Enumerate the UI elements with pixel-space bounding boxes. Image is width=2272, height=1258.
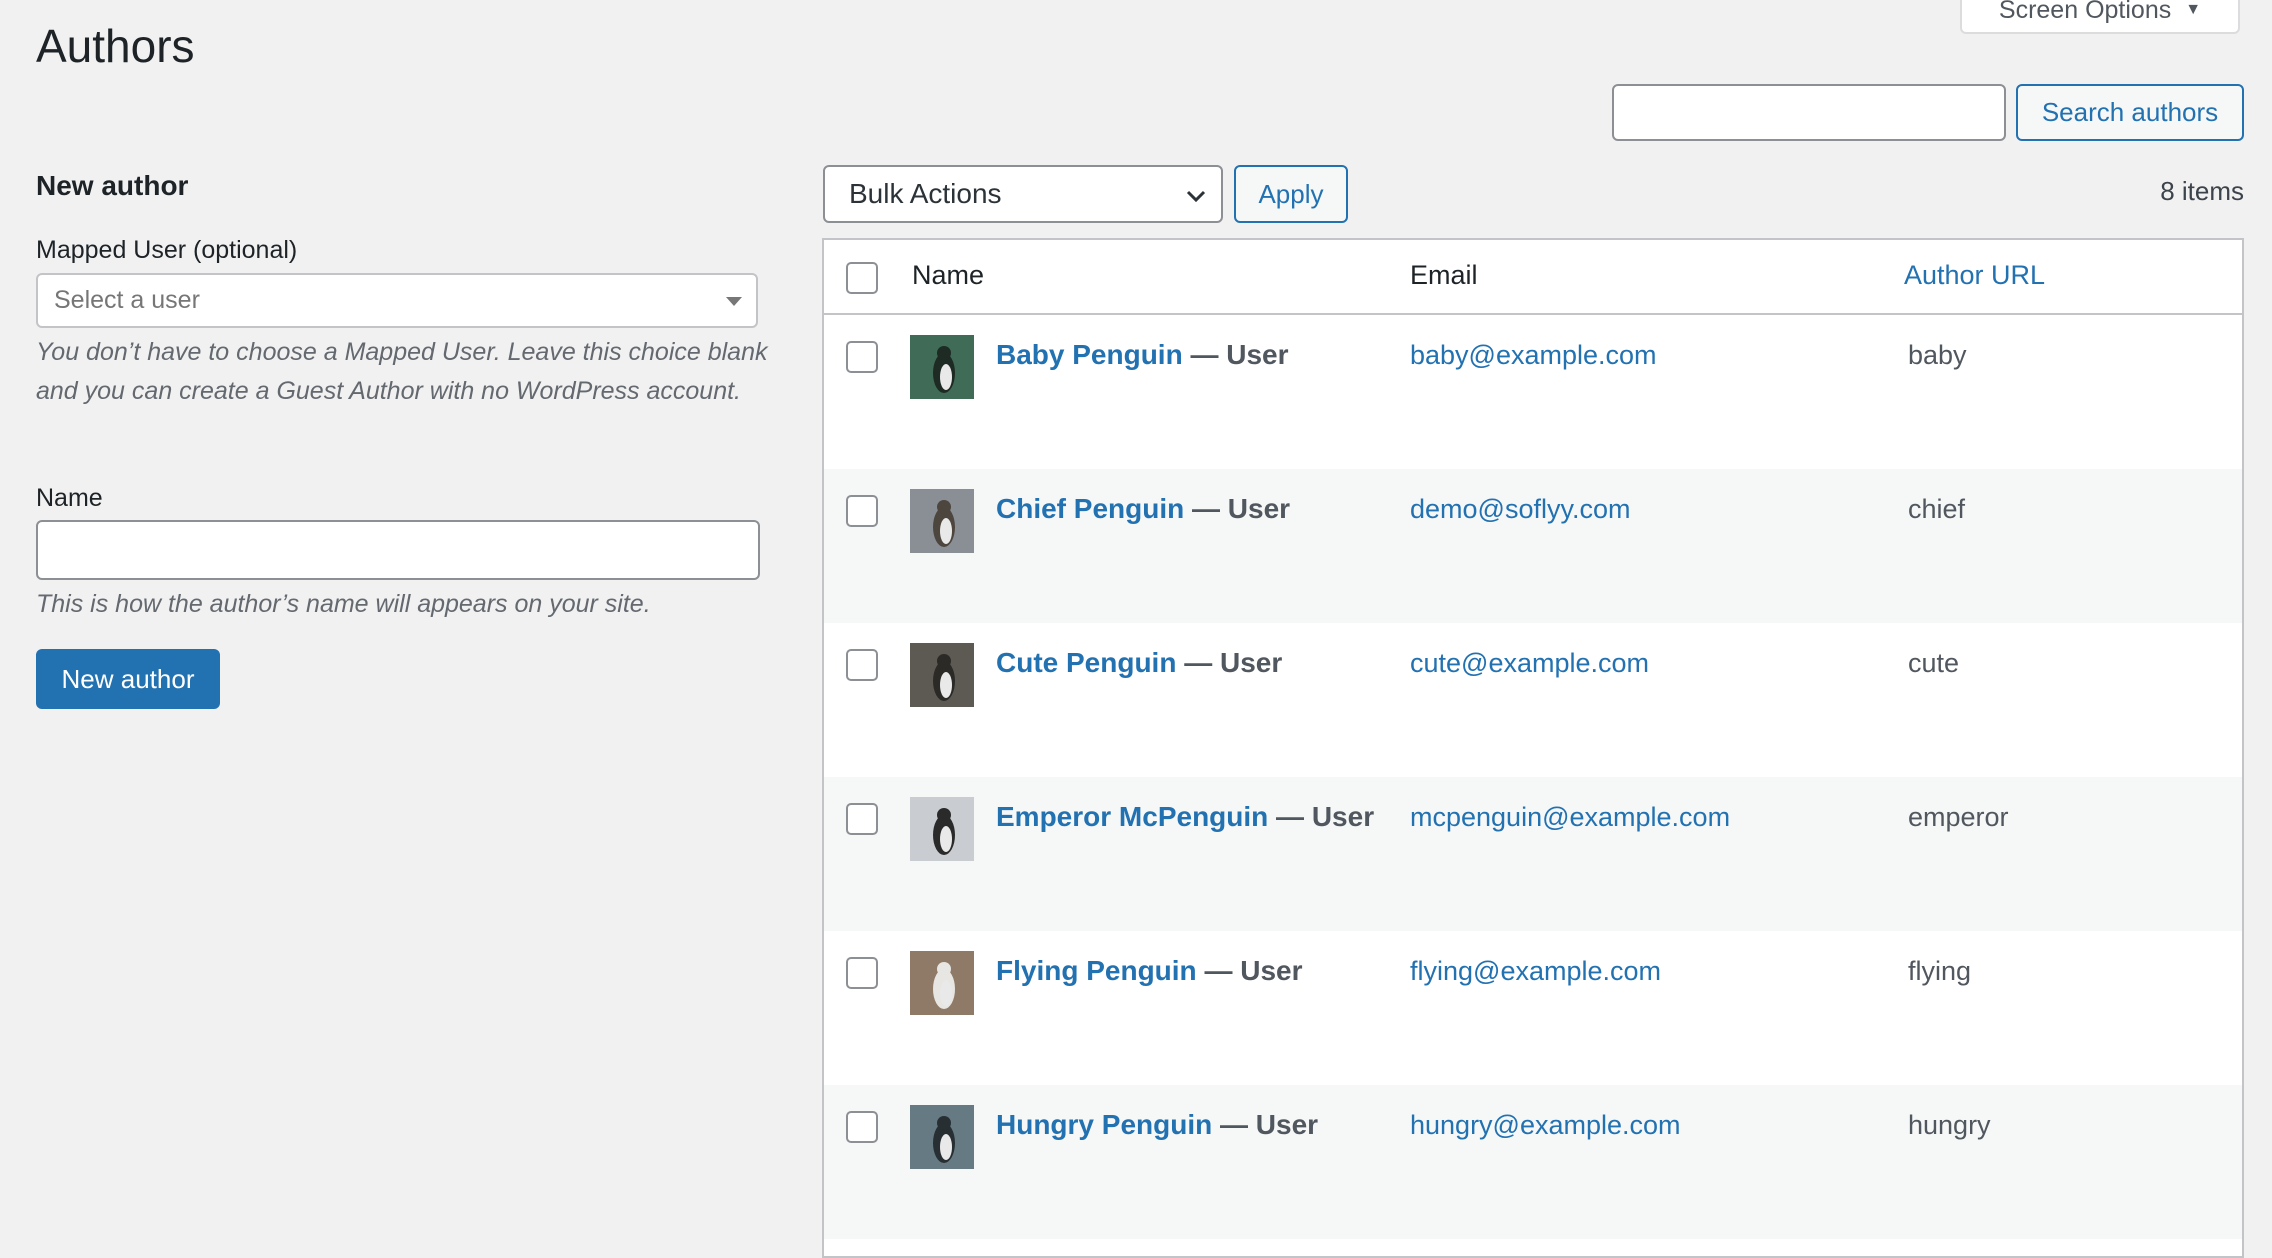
author-name-cell: Cute Penguin — User	[996, 645, 1282, 681]
mapped-user-select[interactable]: Select a user	[36, 273, 758, 328]
search-authors-button[interactable]: Search authors	[2016, 84, 2244, 141]
authors-table: Name Email Author URL Baby Penguin — Use…	[822, 238, 2244, 1258]
author-name-link[interactable]: Emperor McPenguin	[996, 801, 1268, 832]
form-heading: New author	[36, 170, 189, 201]
row-checkbox[interactable]	[846, 341, 878, 373]
author-email-link[interactable]: demo@soflyy.com	[1410, 491, 1630, 527]
chevron-down-icon	[1186, 190, 1206, 203]
column-header-name: Name	[912, 260, 985, 290]
author-url: emperor	[1908, 802, 2009, 832]
author-url: flying	[1908, 956, 1972, 986]
new-author-button[interactable]: New author	[36, 649, 220, 709]
table-row: Baby Penguin — User baby@example.com baby	[824, 315, 2242, 469]
row-checkbox[interactable]	[846, 957, 878, 989]
column-header-email: Email	[1410, 260, 1478, 290]
author-role: — User	[1204, 955, 1303, 986]
author-name-link[interactable]: Flying Penguin	[996, 955, 1197, 986]
screen-options-button[interactable]: Screen Options ▼	[1960, 0, 2240, 34]
bulk-actions-label: Bulk Actions	[849, 178, 1002, 209]
author-email-link[interactable]: flying@example.com	[1410, 953, 1661, 989]
author-url: chief	[1908, 494, 1966, 524]
avatar	[910, 643, 974, 707]
name-label: Name	[36, 484, 103, 512]
table-row: Chief Penguin — User demo@soflyy.com chief	[824, 469, 2242, 623]
table-header: Name Email Author URL	[824, 240, 2242, 315]
author-name-cell: Flying Penguin — User	[996, 953, 1303, 989]
author-name-link[interactable]: Baby Penguin	[996, 339, 1183, 370]
author-email-link[interactable]: baby@example.com	[1410, 337, 1657, 373]
mapped-user-help: You don’t have to choose a Mapped User. …	[36, 338, 768, 405]
author-role: — User	[1192, 493, 1291, 524]
author-role: — User	[1184, 647, 1283, 678]
page-title: Authors	[36, 20, 195, 72]
items-count: 8 items	[2160, 176, 2244, 206]
row-checkbox[interactable]	[846, 1111, 878, 1143]
author-email-link[interactable]: hungry@example.com	[1410, 1107, 1681, 1143]
author-name-link[interactable]: Cute Penguin	[996, 647, 1176, 678]
mapped-user-placeholder: Select a user	[54, 286, 200, 314]
caret-down-icon: ▼	[2185, 1, 2202, 18]
mapped-user-label: Mapped User (optional)	[36, 236, 298, 264]
author-role: — User	[1276, 801, 1375, 832]
row-checkbox[interactable]	[846, 649, 878, 681]
avatar	[910, 489, 974, 553]
name-help: This is how the author’s name will appea…	[36, 590, 651, 618]
author-email-link[interactable]: mcpenguin@example.com	[1410, 799, 1730, 835]
author-name-link[interactable]: Chief Penguin	[996, 493, 1184, 524]
author-name-link[interactable]: Hungry Penguin	[996, 1109, 1212, 1140]
author-role: — User	[1220, 1109, 1319, 1140]
author-name-cell: Hungry Penguin — User	[996, 1107, 1318, 1143]
dropdown-arrow-icon	[726, 297, 742, 306]
name-input[interactable]	[36, 520, 760, 580]
author-email-link[interactable]: cute@example.com	[1410, 645, 1649, 681]
column-header-author-url[interactable]: Author URL	[1904, 260, 2045, 291]
author-url: hungry	[1908, 1110, 1991, 1140]
bulk-actions-select[interactable]: Bulk Actions	[823, 165, 1223, 223]
avatar	[910, 1105, 974, 1169]
author-url: baby	[1908, 340, 1967, 370]
author-name-cell: Baby Penguin — User	[996, 337, 1289, 373]
screen-options-label: Screen Options	[1998, 0, 2172, 24]
row-checkbox[interactable]	[846, 803, 878, 835]
table-row: Cute Penguin — User cute@example.com cute	[824, 623, 2242, 777]
search-input[interactable]	[1612, 84, 2006, 141]
select-all-checkbox[interactable]	[846, 262, 878, 294]
table-row: Emperor McPenguin — User mcpenguin@exampl…	[824, 777, 2242, 931]
avatar	[910, 951, 974, 1015]
author-role: — User	[1190, 339, 1289, 370]
row-checkbox[interactable]	[846, 495, 878, 527]
author-url: cute	[1908, 648, 1960, 678]
apply-button[interactable]: Apply	[1234, 165, 1348, 223]
table-row: Flying Penguin — User flying@example.com f…	[824, 931, 2242, 1085]
author-name-cell: Chief Penguin — User	[996, 491, 1290, 527]
table-row: Hungry Penguin — User hungry@example.com h…	[824, 1085, 2242, 1239]
avatar	[910, 797, 974, 861]
author-name-cell: Emperor McPenguin — User	[996, 799, 1374, 835]
avatar	[910, 335, 974, 399]
